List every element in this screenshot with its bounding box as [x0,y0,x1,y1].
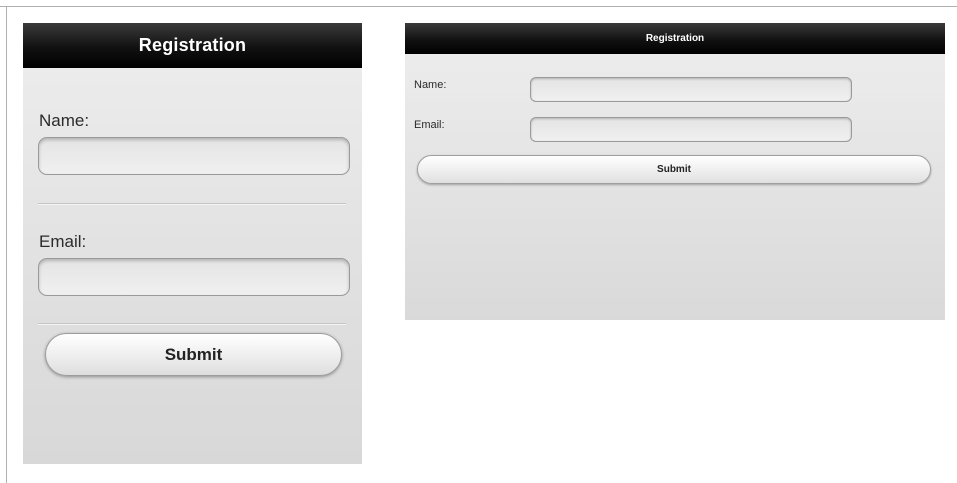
frame-border-top [0,6,957,7]
tablet-name-input[interactable] [530,77,852,102]
phone-email-input[interactable] [38,258,350,296]
tablet-header-bar: Registration [405,23,945,54]
tablet-name-label: Name: [414,79,447,91]
phone-header-bar: Registration [23,23,362,68]
phone-field-divider [38,203,346,205]
phone-email-label: Email: [39,232,87,251]
phone-name-input[interactable] [38,137,350,175]
phone-header-title: Registration [138,35,247,55]
phone-field-divider [38,323,346,325]
tablet-registration-page: Registration Name: Email: Submit [405,23,945,320]
tablet-email-label: Email: [414,119,445,131]
phone-submit-button[interactable]: Submit [45,333,342,376]
phone-name-label: Name: [39,111,90,130]
tablet-email-input[interactable] [530,117,852,142]
tablet-header-title: Registration [645,33,705,44]
phone-registration-page: Registration Name: Email: Submit [23,23,362,464]
frame-border-left [6,6,7,483]
tablet-submit-button[interactable]: Submit [417,155,931,184]
